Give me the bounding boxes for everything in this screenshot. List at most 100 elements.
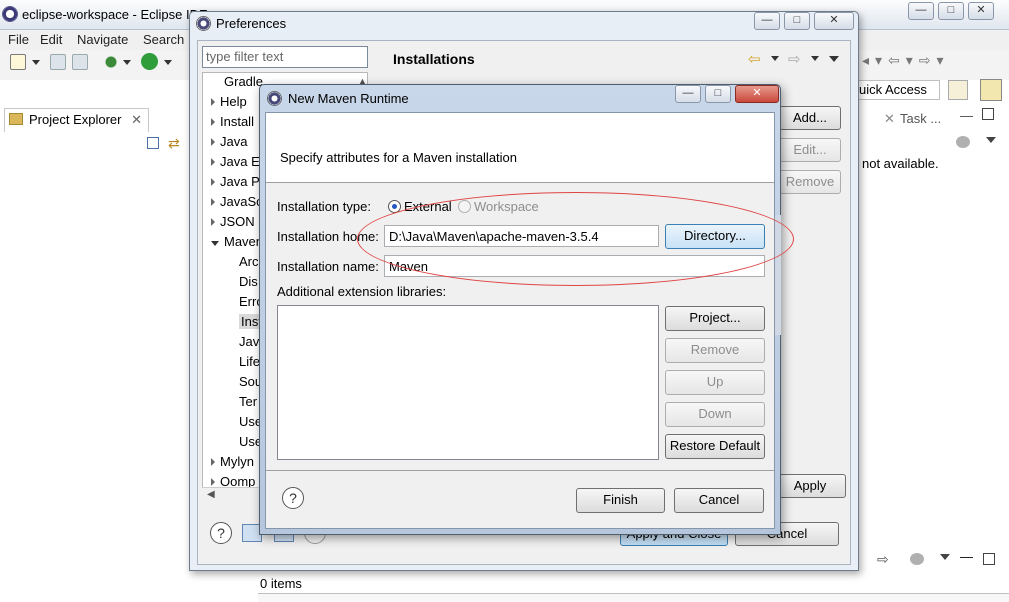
link-with-editor-icon[interactable]: ⇄ (168, 135, 180, 152)
close-icon[interactable]: ✕ (735, 85, 779, 103)
close-icon[interactable]: ✕ (814, 12, 854, 30)
close-icon[interactable]: ✕ (968, 2, 994, 20)
minimize-icon[interactable]: — (908, 2, 934, 20)
page-title: Installations (393, 51, 475, 67)
view-minimize-icon[interactable]: — (960, 108, 973, 123)
view-minimize-icon[interactable]: — (960, 549, 973, 564)
extension-libraries-list[interactable] (277, 305, 659, 460)
tree-item[interactable]: Life (239, 354, 260, 369)
tree-item[interactable]: Mylyn (211, 454, 254, 469)
view-maximize-icon[interactable] (982, 108, 994, 120)
up-button[interactable]: Up (665, 370, 765, 395)
chevron-down-icon[interactable] (164, 60, 172, 65)
tree-item[interactable]: Java (211, 134, 247, 149)
view-menu-icon[interactable] (829, 56, 839, 62)
help-icon[interactable]: ? (282, 487, 304, 509)
chevron-down-icon[interactable] (123, 60, 131, 65)
tree-item[interactable]: JavaSc (211, 194, 263, 209)
table-header (258, 593, 1009, 602)
expanded-arrow-icon[interactable] (211, 241, 219, 246)
down-button[interactable]: Down (665, 402, 765, 427)
back-icon[interactable]: ⇦ (748, 50, 761, 68)
cancel-button[interactable]: Cancel (674, 488, 764, 513)
view-menu-icon[interactable] (940, 554, 950, 560)
remove-button[interactable]: Remove (779, 170, 841, 194)
collapsed-arrow-icon[interactable] (211, 198, 215, 206)
save-icon[interactable] (50, 54, 66, 70)
menu-navigate[interactable]: Navigate (77, 32, 128, 47)
items-count: 0 items (260, 576, 302, 591)
save-all-icon[interactable] (72, 54, 88, 70)
preferences-title: Preferences (216, 16, 287, 31)
tree-item-label: Java (220, 134, 248, 149)
collapsed-arrow-icon[interactable] (211, 458, 215, 466)
close-icon[interactable]: ✕ (131, 112, 142, 127)
help-icon[interactable]: ? (210, 522, 232, 544)
dialog-description: Specify attributes for a Maven installat… (280, 150, 518, 165)
project-button[interactable]: Project... (665, 306, 765, 331)
menu-edit[interactable]: Edit (40, 32, 62, 47)
collapsed-arrow-icon[interactable] (211, 118, 215, 126)
maximize-icon[interactable]: □ (705, 85, 731, 103)
restore-default-button[interactable]: Restore Default (665, 434, 765, 459)
close-icon[interactable]: ✕ (884, 111, 895, 127)
tree-item[interactable]: Arc (239, 254, 259, 269)
extension-libraries-label: Additional extension libraries: (277, 284, 447, 299)
java-perspective-icon[interactable] (980, 79, 1002, 101)
folder-icon (9, 113, 23, 125)
tree-item[interactable]: Install (211, 114, 254, 129)
tree-item[interactable]: Java P (211, 174, 260, 189)
tree-item[interactable]: JSON (211, 214, 255, 229)
chevron-down-icon[interactable] (771, 56, 779, 61)
add-button[interactable]: Add... (779, 106, 841, 130)
debug-icon[interactable] (103, 54, 119, 70)
minimize-icon[interactable]: — (754, 12, 780, 30)
minimize-icon[interactable]: — (675, 85, 701, 103)
forward-icon[interactable]: ⇨ (788, 50, 801, 68)
run-icon[interactable] (141, 53, 158, 70)
chevron-down-icon[interactable] (32, 60, 40, 65)
task-list-tab[interactable]: Task ... (900, 111, 941, 126)
scroll-left-icon[interactable]: ◀ (207, 489, 215, 500)
open-perspective-icon[interactable] (948, 80, 968, 100)
tree-item[interactable]: Help (211, 94, 247, 109)
tree-item-label: Java E (220, 154, 260, 169)
filter-input[interactable]: type filter text (202, 46, 368, 68)
tree-item[interactable]: Java E (211, 154, 260, 169)
tree-item[interactable]: Maven (211, 234, 263, 249)
edit-button[interactable]: Edit... (779, 138, 841, 162)
finish-button[interactable]: Finish (576, 488, 665, 513)
collapsed-arrow-icon[interactable] (211, 218, 215, 226)
menu-file[interactable]: File (8, 32, 29, 47)
new-file-icon[interactable] (10, 54, 26, 70)
eclipse-window-title: eclipse-workspace - Eclipse IDE (22, 7, 208, 22)
tab-project-explorer[interactable]: Project Explorer ✕ (4, 108, 150, 132)
collapsed-arrow-icon[interactable] (211, 178, 215, 186)
quick-access-field[interactable]: uick Access (856, 80, 940, 100)
connect-icon[interactable] (910, 553, 924, 565)
tree-item-label: Help (220, 94, 247, 109)
sync-icon[interactable]: ⇨ (877, 551, 889, 568)
menu-search[interactable]: Search (143, 32, 184, 47)
ext-remove-button[interactable]: Remove (665, 338, 765, 363)
collapsed-arrow-icon[interactable] (211, 158, 215, 166)
view-menu-icon[interactable] (986, 137, 996, 143)
view-maximize-icon[interactable] (983, 553, 995, 565)
collapsed-arrow-icon[interactable] (211, 478, 215, 486)
tree-item[interactable]: Gradle (211, 74, 263, 89)
collapse-all-icon[interactable] (147, 137, 159, 149)
maximize-icon[interactable]: □ (784, 12, 810, 30)
tree-item-label: Gradle (224, 74, 264, 89)
divider (266, 470, 774, 471)
collapsed-arrow-icon[interactable] (211, 138, 215, 146)
apply-button[interactable]: Apply (774, 474, 846, 498)
collapsed-arrow-icon[interactable] (211, 98, 215, 106)
maximize-icon[interactable]: □ (938, 2, 964, 20)
chevron-down-icon[interactable] (811, 56, 819, 61)
tree-item-label: Install (220, 114, 254, 129)
connect-icon[interactable] (956, 136, 970, 148)
tree-item[interactable]: Ter (239, 394, 257, 409)
eclipse-window-controls: — □ ✕ (908, 2, 994, 20)
tree-item[interactable]: Dis (239, 274, 258, 289)
maven-dialog-icon (267, 91, 282, 106)
